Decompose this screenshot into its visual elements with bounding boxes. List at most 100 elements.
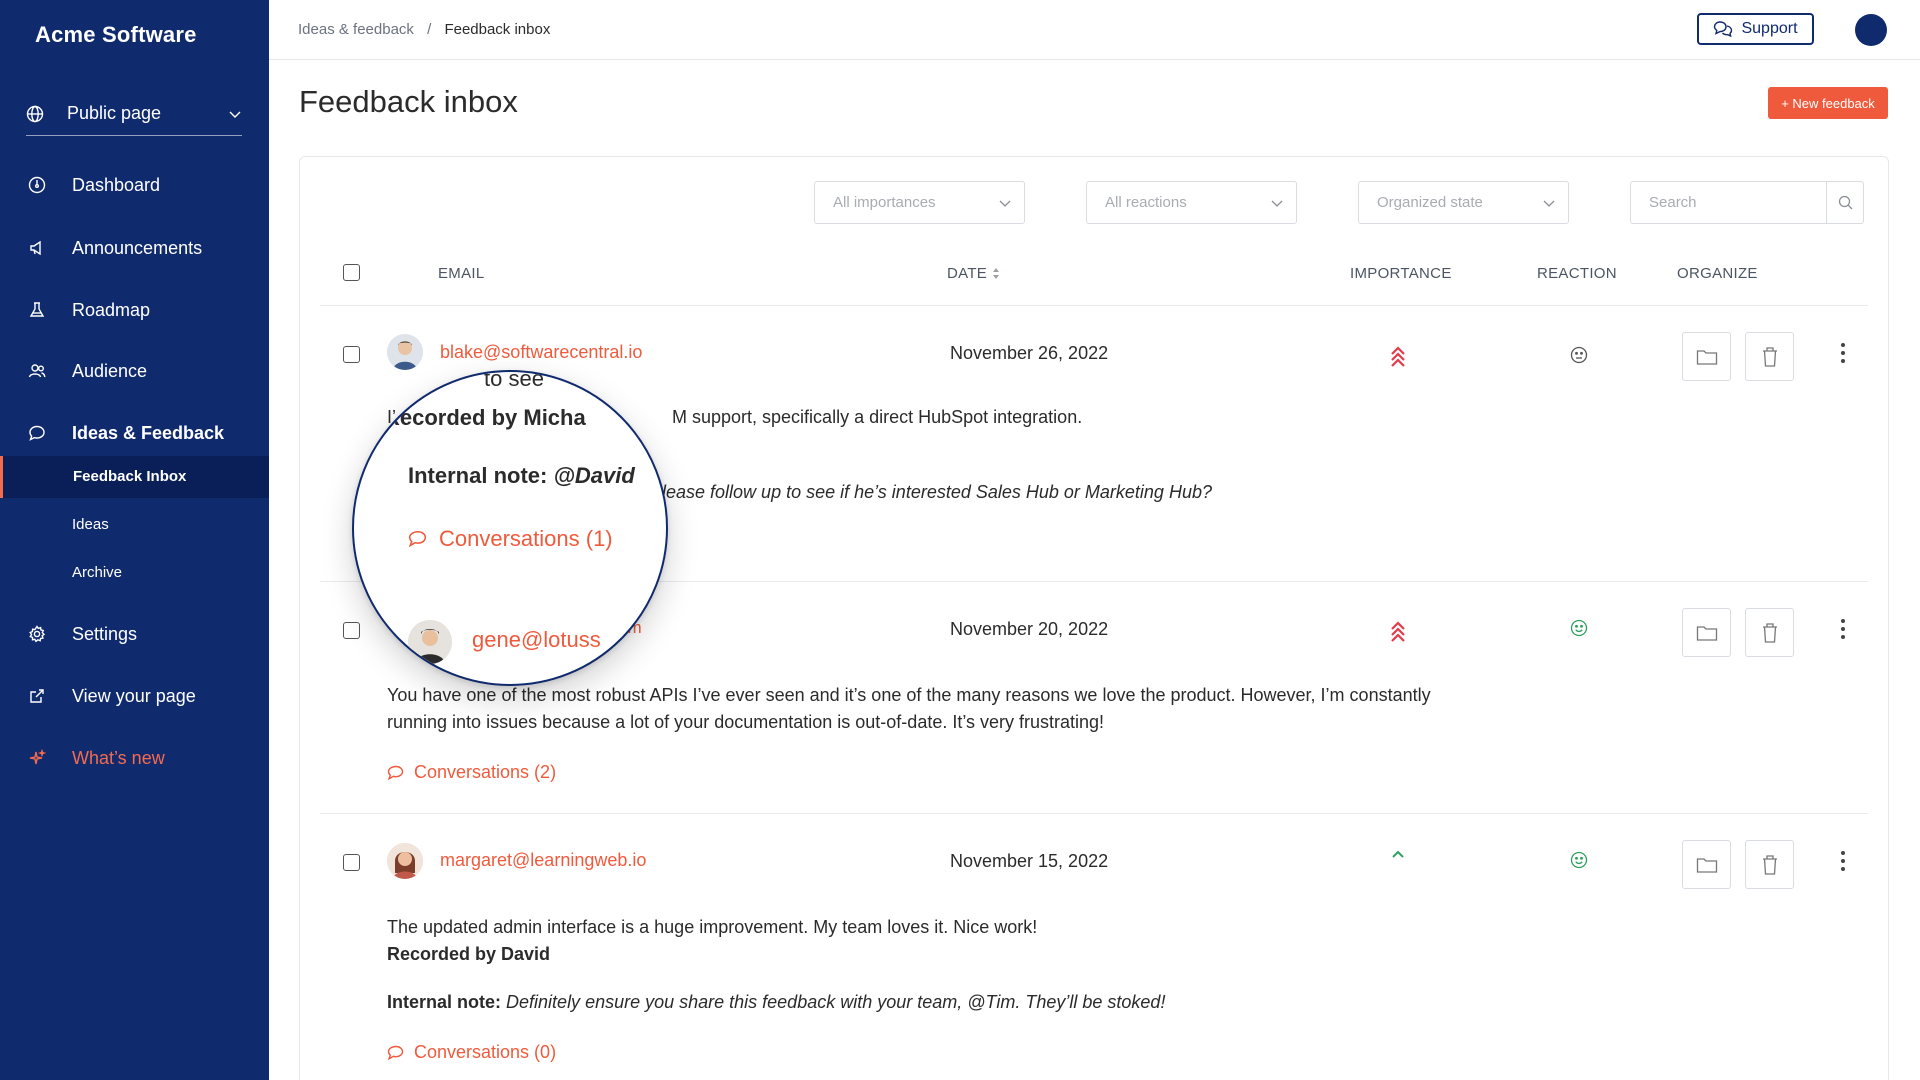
sidebar-item-announcements[interactable]: Announcements bbox=[28, 234, 202, 262]
divider bbox=[320, 813, 1868, 814]
top-bar: Ideas & feedback / Feedback inbox Suppor… bbox=[269, 0, 1920, 60]
magnified-email-link[interactable]: gene@lotuss bbox=[472, 627, 601, 653]
feedback-date: November 20, 2022 bbox=[950, 619, 1109, 639]
feedback-text: The updated admin interface is a huge im… bbox=[387, 914, 1587, 968]
column-header-reaction: REACTION bbox=[1537, 265, 1617, 282]
trash-icon bbox=[1761, 854, 1779, 876]
sidebar-item-label: Announcements bbox=[72, 237, 203, 258]
sidebar-item-view-page[interactable]: View your page bbox=[28, 682, 196, 710]
column-header-email[interactable]: EMAIL bbox=[438, 265, 485, 282]
move-to-folder-button[interactable] bbox=[1682, 608, 1731, 657]
chevron-down-icon bbox=[1270, 196, 1284, 210]
importance-high-icon[interactable] bbox=[1389, 620, 1407, 642]
trash-icon bbox=[1761, 622, 1779, 644]
sidebar-item-audience[interactable]: Audience bbox=[28, 357, 147, 385]
archive-button[interactable] bbox=[1745, 332, 1794, 381]
user-avatar[interactable] bbox=[1855, 14, 1887, 46]
importance-filter[interactable]: All importances bbox=[814, 181, 1025, 224]
search-input[interactable]: Search bbox=[1630, 181, 1864, 224]
magnified-text-fragment: to see bbox=[484, 370, 544, 391]
conversations-link[interactable]: Conversations (2) bbox=[387, 762, 556, 783]
row-checkbox[interactable] bbox=[343, 346, 360, 363]
importance-low-icon[interactable] bbox=[1389, 848, 1407, 870]
archive-button[interactable] bbox=[1745, 608, 1794, 657]
feedback-text: You have one of the most robust APIs I’v… bbox=[387, 682, 1587, 736]
globe-icon bbox=[26, 105, 44, 123]
sidebar-subitem-feedback-inbox[interactable]: Feedback Inbox bbox=[0, 456, 269, 498]
chat-icon bbox=[387, 765, 404, 781]
sparkle-icon bbox=[28, 749, 46, 767]
breadcrumb-separator: / bbox=[427, 21, 432, 38]
new-feedback-button[interactable]: + New feedback bbox=[1768, 87, 1888, 119]
sidebar-item-label: Roadmap bbox=[72, 299, 151, 320]
reactions-filter-value: All reactions bbox=[1105, 194, 1187, 211]
brand-name: Acme Software bbox=[35, 22, 197, 47]
chat-icon bbox=[387, 1045, 404, 1061]
importance-filter-value: All importances bbox=[833, 194, 936, 211]
move-to-folder-button[interactable] bbox=[1682, 840, 1731, 889]
reactions-filter[interactable]: All reactions bbox=[1086, 181, 1297, 224]
sidebar-subitem-ideas[interactable]: Ideas bbox=[72, 516, 109, 533]
more-options-icon[interactable] bbox=[1840, 342, 1846, 364]
folder-icon bbox=[1696, 856, 1718, 874]
internal-note-text: lease follow up to see if he’s intereste… bbox=[662, 479, 1212, 506]
page-title: Feedback inbox bbox=[299, 84, 518, 119]
sidebar-item-label: View your page bbox=[72, 685, 196, 706]
happy-face-icon[interactable] bbox=[1570, 619, 1588, 637]
chat-icon bbox=[28, 424, 46, 442]
sidebar-subitem-archive[interactable]: Archive bbox=[72, 564, 122, 581]
neutral-face-icon[interactable] bbox=[1570, 346, 1588, 364]
external-link-icon bbox=[28, 687, 46, 705]
breadcrumb-parent[interactable]: Ideas & feedback bbox=[298, 21, 414, 38]
support-button[interactable]: Support bbox=[1697, 13, 1814, 45]
chevron-down-icon bbox=[1542, 196, 1556, 210]
dashboard-icon bbox=[28, 176, 46, 194]
sidebar-item-dashboard[interactable]: Dashboard bbox=[28, 171, 160, 199]
magnified-note-mention: @David bbox=[553, 463, 635, 488]
column-header-date-label: DATE bbox=[947, 265, 988, 282]
column-header-date[interactable]: DATE bbox=[947, 265, 1000, 282]
recorded-by: Recorded by David bbox=[387, 941, 1587, 968]
email-link[interactable]: margaret@learningweb.io bbox=[440, 850, 646, 871]
public-page-selector[interactable]: Public page bbox=[26, 92, 242, 136]
more-options-icon[interactable] bbox=[1840, 618, 1846, 640]
sidebar-item-whats-new[interactable]: What’s new bbox=[28, 744, 165, 772]
chevron-down-icon bbox=[228, 107, 242, 121]
support-label: Support bbox=[1741, 20, 1798, 37]
conversations-link[interactable]: Conversations (0) bbox=[387, 1042, 556, 1063]
feedback-text-line: running into issues because a lot of you… bbox=[387, 712, 1105, 732]
chat-bubbles-icon bbox=[1713, 20, 1733, 38]
breadcrumb-current: Feedback inbox bbox=[444, 21, 551, 38]
sidebar-item-roadmap[interactable]: Roadmap bbox=[28, 296, 150, 324]
feedback-date: November 26, 2022 bbox=[950, 343, 1109, 363]
organized-state-filter[interactable]: Organized state bbox=[1358, 181, 1569, 224]
feedback-text: M support, specifically a direct HubSpot… bbox=[672, 407, 1083, 427]
importance-high-icon[interactable] bbox=[1389, 345, 1407, 367]
column-header-importance: IMPORTANCE bbox=[1350, 265, 1452, 282]
trash-icon bbox=[1761, 346, 1779, 368]
search-placeholder: Search bbox=[1649, 194, 1697, 211]
sidebar-item-label: Dashboard bbox=[72, 174, 161, 195]
sidebar-item-label: Audience bbox=[72, 360, 148, 381]
email-link[interactable]: blake@softwarecentral.io bbox=[440, 342, 642, 363]
happy-face-icon[interactable] bbox=[1570, 851, 1588, 869]
sidebar-item-label: What’s new bbox=[72, 747, 165, 768]
archive-button[interactable] bbox=[1745, 840, 1794, 889]
row-checkbox[interactable] bbox=[343, 854, 360, 871]
magnifier-lens: to see Recorded by Micha Internal note: … bbox=[352, 370, 668, 686]
more-options-icon[interactable] bbox=[1840, 850, 1846, 872]
sidebar-item-ideas-feedback[interactable]: Ideas & Feedback bbox=[28, 419, 224, 447]
search-icon[interactable] bbox=[1826, 182, 1863, 223]
feedback-text-line: The updated admin interface is a huge im… bbox=[387, 917, 1038, 937]
sidebar-item-settings[interactable]: Settings bbox=[28, 620, 137, 648]
magnified-conversations-link[interactable]: Conversations (1) bbox=[408, 526, 613, 552]
avatar bbox=[387, 334, 423, 370]
avatar bbox=[408, 620, 452, 664]
magnified-recorded-by: Recorded by Micha bbox=[384, 405, 586, 430]
megaphone-icon bbox=[28, 239, 46, 257]
row-checkbox[interactable] bbox=[343, 622, 360, 639]
move-to-folder-button[interactable] bbox=[1682, 332, 1731, 381]
sidebar-item-label: Ideas & Feedback bbox=[72, 422, 225, 443]
select-all-checkbox[interactable] bbox=[343, 264, 360, 281]
magnified-conversations-label: Conversations (1) bbox=[439, 526, 613, 551]
